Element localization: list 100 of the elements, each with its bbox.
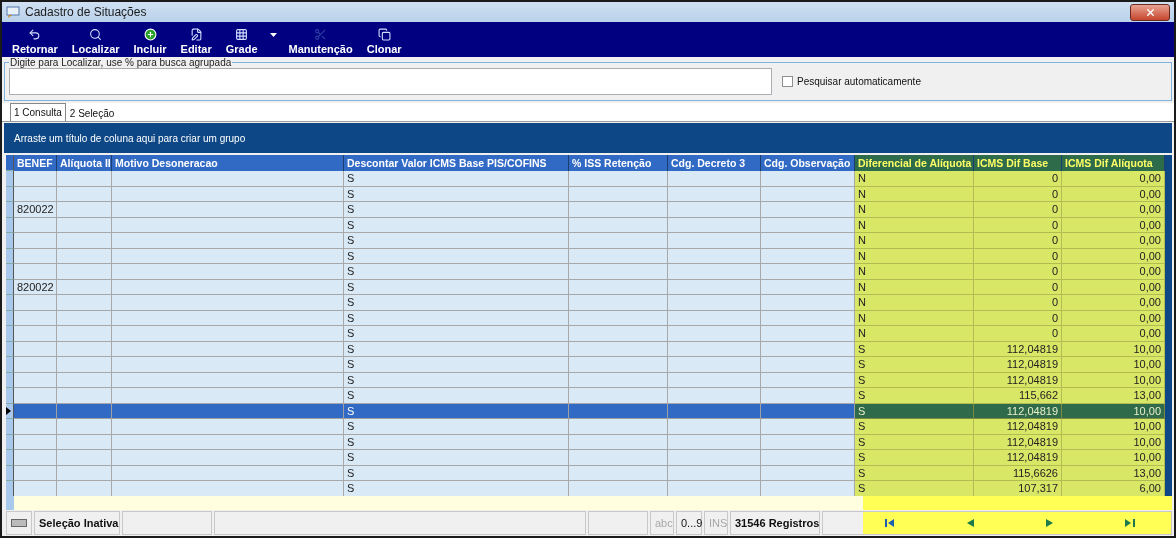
table-cell [14,388,57,404]
table-cell [57,450,112,466]
table-cell [57,326,112,342]
table-cell [57,481,112,496]
table-cell: 10,00 [1062,450,1165,466]
table-cell: 0 [974,233,1062,249]
table-cell: S [344,450,569,466]
toolbar-button[interactable]: Retornar [10,28,60,55]
column-header[interactable]: Cdg. Decreto 3 [668,155,761,171]
window-title: Cadastro de Situações [25,5,147,19]
table-cell: S [344,264,569,280]
column-header[interactable]: Cdg. Observação [761,155,855,171]
mode-indicator: abc [655,517,673,529]
toolbar-button[interactable]: Incluir [131,28,169,55]
row-pointer-icon [6,406,11,415]
column-header[interactable]: Diferencial de Alíquota [855,155,974,171]
table-cell: 0,00 [1062,202,1165,218]
caret-icon[interactable] [269,32,277,37]
keyboard-icon [11,519,27,527]
search-field[interactable] [9,68,772,95]
table-cell [14,295,57,311]
table-cell: N [855,295,974,311]
column-header[interactable]: % ISS Retenção [569,155,668,171]
close-button[interactable] [1130,3,1170,21]
table-cell: 820022 [14,202,57,218]
table-cell: S [855,450,974,466]
table-cell: 0,00 [1062,171,1165,187]
table-cell: 115,662 [974,388,1062,404]
close-icon [1144,6,1156,18]
toolbar-button[interactable]: Editar [178,28,214,55]
mode-indicator: INS [709,517,728,529]
table-cell: S [344,233,569,249]
table-cell [14,450,57,466]
checkbox-label: Pesquisar automaticamente [797,76,921,87]
selection-status: Seleção Inativa [39,517,119,529]
record-count: 31546 Registros [735,517,820,529]
column-header[interactable]: BENEF [14,155,57,171]
table-cell [57,295,112,311]
table-cell: N [855,202,974,218]
table-cell: 0,00 [1062,264,1165,280]
table-cell [14,171,57,187]
table-cell: 10,00 [1062,357,1165,373]
table-cell: S [344,295,569,311]
window-icon [6,6,20,18]
table-cell: S [344,202,569,218]
toolbar-button[interactable]: Grade [223,28,260,55]
column-header[interactable]: ICMS Dif Base [974,155,1062,171]
table-cell [57,202,112,218]
table-cell: 0,00 [1062,326,1165,342]
table-cell [57,233,112,249]
table-cell: 6,00 [1062,481,1165,496]
table-cell [14,419,57,435]
toolbar-button[interactable]: Localizar [69,28,122,55]
tab[interactable]: 2 Seleção [65,105,119,121]
table-cell [14,357,57,373]
table-cell: S [344,357,569,373]
table-cell: 0,00 [1062,295,1165,311]
search-legend: Digite para Localizar, use % para busca agrupada [9,57,233,68]
column-header[interactable]: Descontar Valor ICMS Base PIS/COFINS [344,155,569,171]
toolbar-button[interactable]: Clonar [364,28,404,55]
tab[interactable]: 1 Consulta [10,103,66,121]
table-cell: N [855,171,974,187]
table-cell: 0 [974,295,1062,311]
table-cell: S [855,419,974,435]
table-cell: 0 [974,326,1062,342]
table-cell: S [855,481,974,496]
table-cell: 0 [974,202,1062,218]
table-cell: S [344,388,569,404]
table-cell [14,481,57,496]
table-cell: S [855,388,974,404]
table-cell: S [855,357,974,373]
table-cell [57,171,112,187]
table-cell: S [344,481,569,496]
mode-indicator: 0...9 [681,517,703,529]
table-cell [14,233,57,249]
table-cell [57,264,112,280]
table-cell: 0 [974,171,1062,187]
table-cell: 0,00 [1062,233,1165,249]
table-cell [14,264,57,280]
table-cell: S [344,326,569,342]
group-hint: Arraste um título de coluna aqui para criar um grupo [14,132,246,144]
table-cell: 13,00 [1062,388,1165,404]
table-cell [57,357,112,373]
table-cell [57,388,112,404]
table-cell: S [344,171,569,187]
table-cell: N [855,326,974,342]
status-panel [588,511,648,535]
table-cell: N [855,233,974,249]
table-cell: 10,00 [1062,419,1165,435]
column-header[interactable]: ICMS Dif Alíquota [1062,155,1165,171]
table-cell: S [344,419,569,435]
column-header[interactable]: Motivo Desoneracao [112,155,344,171]
table-cell: 112,04819 [974,450,1062,466]
table-cell: 112,04819 [974,357,1062,373]
checkbox[interactable] [782,76,793,87]
column-header[interactable]: Alíquota II [57,155,112,171]
column-chooser-icon[interactable] [6,155,14,171]
table-cell: 112,04819 [974,419,1062,435]
table-cell [14,326,57,342]
table-cell: 0 [974,264,1062,280]
